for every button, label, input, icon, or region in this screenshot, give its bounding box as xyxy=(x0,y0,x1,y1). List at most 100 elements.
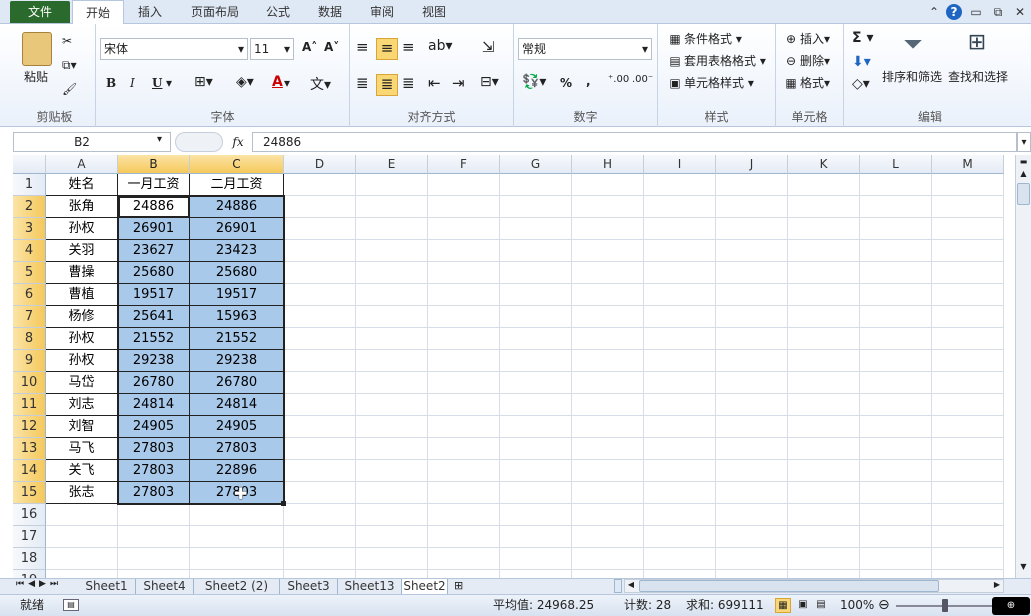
cell-j3[interactable] xyxy=(716,218,788,240)
cell-b9[interactable]: 29238 xyxy=(118,350,190,372)
row-header-12[interactable]: 12 xyxy=(13,416,46,438)
cell-m19[interactable] xyxy=(932,570,1004,578)
cell-l2[interactable] xyxy=(860,196,932,218)
row-header-15[interactable]: 15 xyxy=(13,482,46,504)
row-header-17[interactable]: 17 xyxy=(13,526,46,548)
cell-d8[interactable] xyxy=(284,328,356,350)
cell-k8[interactable] xyxy=(788,328,860,350)
window-minimize-icon[interactable]: ▭ xyxy=(968,4,984,20)
cell-d3[interactable] xyxy=(284,218,356,240)
row-header-7[interactable]: 7 xyxy=(13,306,46,328)
cell-c19[interactable] xyxy=(190,570,284,578)
delete-cells-button[interactable]: ⊖ 删除▾ xyxy=(782,52,830,70)
cell-d18[interactable] xyxy=(284,548,356,570)
cell-h2[interactable] xyxy=(572,196,644,218)
cell-h3[interactable] xyxy=(572,218,644,240)
cell-c16[interactable] xyxy=(190,504,284,526)
cell-b17[interactable] xyxy=(118,526,190,548)
autosum-button[interactable]: Σ ▾ xyxy=(852,30,873,46)
cell-i11[interactable] xyxy=(644,394,716,416)
horizontal-scroll-thumb[interactable] xyxy=(639,580,939,592)
column-header-g[interactable]: G xyxy=(500,155,572,174)
cell-j2[interactable] xyxy=(716,196,788,218)
cell-h13[interactable] xyxy=(572,438,644,460)
align-middle-icon[interactable]: ≡ xyxy=(376,38,398,60)
zoom-in-icon[interactable]: ⊕ xyxy=(992,597,1030,615)
cell-k10[interactable] xyxy=(788,372,860,394)
cell-e2[interactable] xyxy=(356,196,428,218)
cell-a14[interactable]: 关飞 xyxy=(46,460,118,482)
cell-l6[interactable] xyxy=(860,284,932,306)
cell-k13[interactable] xyxy=(788,438,860,460)
cell-i14[interactable] xyxy=(644,460,716,482)
row-header-19[interactable]: 19 xyxy=(13,570,46,578)
cell-i6[interactable] xyxy=(644,284,716,306)
cell-j16[interactable] xyxy=(716,504,788,526)
column-header-k[interactable]: K xyxy=(788,155,860,174)
cell-b2[interactable]: 24886 xyxy=(118,196,190,218)
cell-j12[interactable] xyxy=(716,416,788,438)
formula-input[interactable]: 24886 xyxy=(252,132,1017,152)
sort-filter-icon[interactable]: ⏷ xyxy=(898,30,928,60)
zoom-slider-thumb[interactable] xyxy=(942,599,948,612)
cell-j18[interactable] xyxy=(716,548,788,570)
cell-i3[interactable] xyxy=(644,218,716,240)
cell-l1[interactable] xyxy=(860,174,932,196)
find-select-icon[interactable]: ⊞ xyxy=(962,30,992,60)
cell-l3[interactable] xyxy=(860,218,932,240)
borders-icon[interactable]: ⊞▾ xyxy=(194,74,213,90)
cell-h10[interactable] xyxy=(572,372,644,394)
cell-g6[interactable] xyxy=(500,284,572,306)
cell-a5[interactable]: 曹操 xyxy=(46,262,118,284)
cell-m3[interactable] xyxy=(932,218,1004,240)
cell-h16[interactable] xyxy=(572,504,644,526)
underline-button[interactable]: U xyxy=(152,76,162,90)
cell-f16[interactable] xyxy=(428,504,500,526)
scroll-up-icon[interactable]: ▲ xyxy=(1017,169,1030,181)
column-header-a[interactable]: A xyxy=(46,155,118,174)
cell-g17[interactable] xyxy=(500,526,572,548)
cell-g11[interactable] xyxy=(500,394,572,416)
cell-a17[interactable] xyxy=(46,526,118,548)
cell-m6[interactable] xyxy=(932,284,1004,306)
insert-cells-button[interactable]: ⊕ 插入▾ xyxy=(782,30,830,48)
cell-e1[interactable] xyxy=(356,174,428,196)
cell-e11[interactable] xyxy=(356,394,428,416)
cell-f7[interactable] xyxy=(428,306,500,328)
row-header-14[interactable]: 14 xyxy=(13,460,46,482)
row-header-3[interactable]: 3 xyxy=(13,218,46,240)
cell-j17[interactable] xyxy=(716,526,788,548)
expand-formula-bar-icon[interactable]: ▾ xyxy=(1017,132,1031,152)
cell-a7[interactable]: 杨修 xyxy=(46,306,118,328)
sort-filter-button[interactable]: 排序和筛选 xyxy=(882,68,942,85)
cell-l15[interactable] xyxy=(860,482,932,504)
cell-f4[interactable] xyxy=(428,240,500,262)
cell-i13[interactable] xyxy=(644,438,716,460)
cell-b19[interactable] xyxy=(118,570,190,578)
cell-g13[interactable] xyxy=(500,438,572,460)
cell-l16[interactable] xyxy=(860,504,932,526)
column-header-l[interactable]: L xyxy=(860,155,932,174)
cell-a15[interactable]: 张志 xyxy=(46,482,118,504)
sheet-nav-icon[interactable]: ⏮◀▶⏭ xyxy=(16,579,62,589)
comma-button[interactable]: , xyxy=(586,74,591,88)
cell-e8[interactable] xyxy=(356,328,428,350)
find-select-button[interactable]: 查找和选择 xyxy=(948,68,1008,85)
row-header-4[interactable]: 4 xyxy=(13,240,46,262)
cell-h1[interactable] xyxy=(572,174,644,196)
cell-h19[interactable] xyxy=(572,570,644,578)
cell-i2[interactable] xyxy=(644,196,716,218)
cell-b15[interactable]: 27803 xyxy=(118,482,190,504)
cell-f13[interactable] xyxy=(428,438,500,460)
cell-f11[interactable] xyxy=(428,394,500,416)
number-format-select[interactable]: 常规 ▾ xyxy=(518,38,652,60)
cell-a6[interactable]: 曹植 xyxy=(46,284,118,306)
column-header-e[interactable]: E xyxy=(356,155,428,174)
cell-g5[interactable] xyxy=(500,262,572,284)
tab-data[interactable]: 数据 xyxy=(310,0,350,24)
normal-view-icon[interactable]: ▦ xyxy=(775,598,791,613)
cell-e14[interactable] xyxy=(356,460,428,482)
column-header-c[interactable]: C xyxy=(190,155,284,174)
scroll-left-icon[interactable]: ◀ xyxy=(625,580,637,592)
cell-a3[interactable]: 孙权 xyxy=(46,218,118,240)
